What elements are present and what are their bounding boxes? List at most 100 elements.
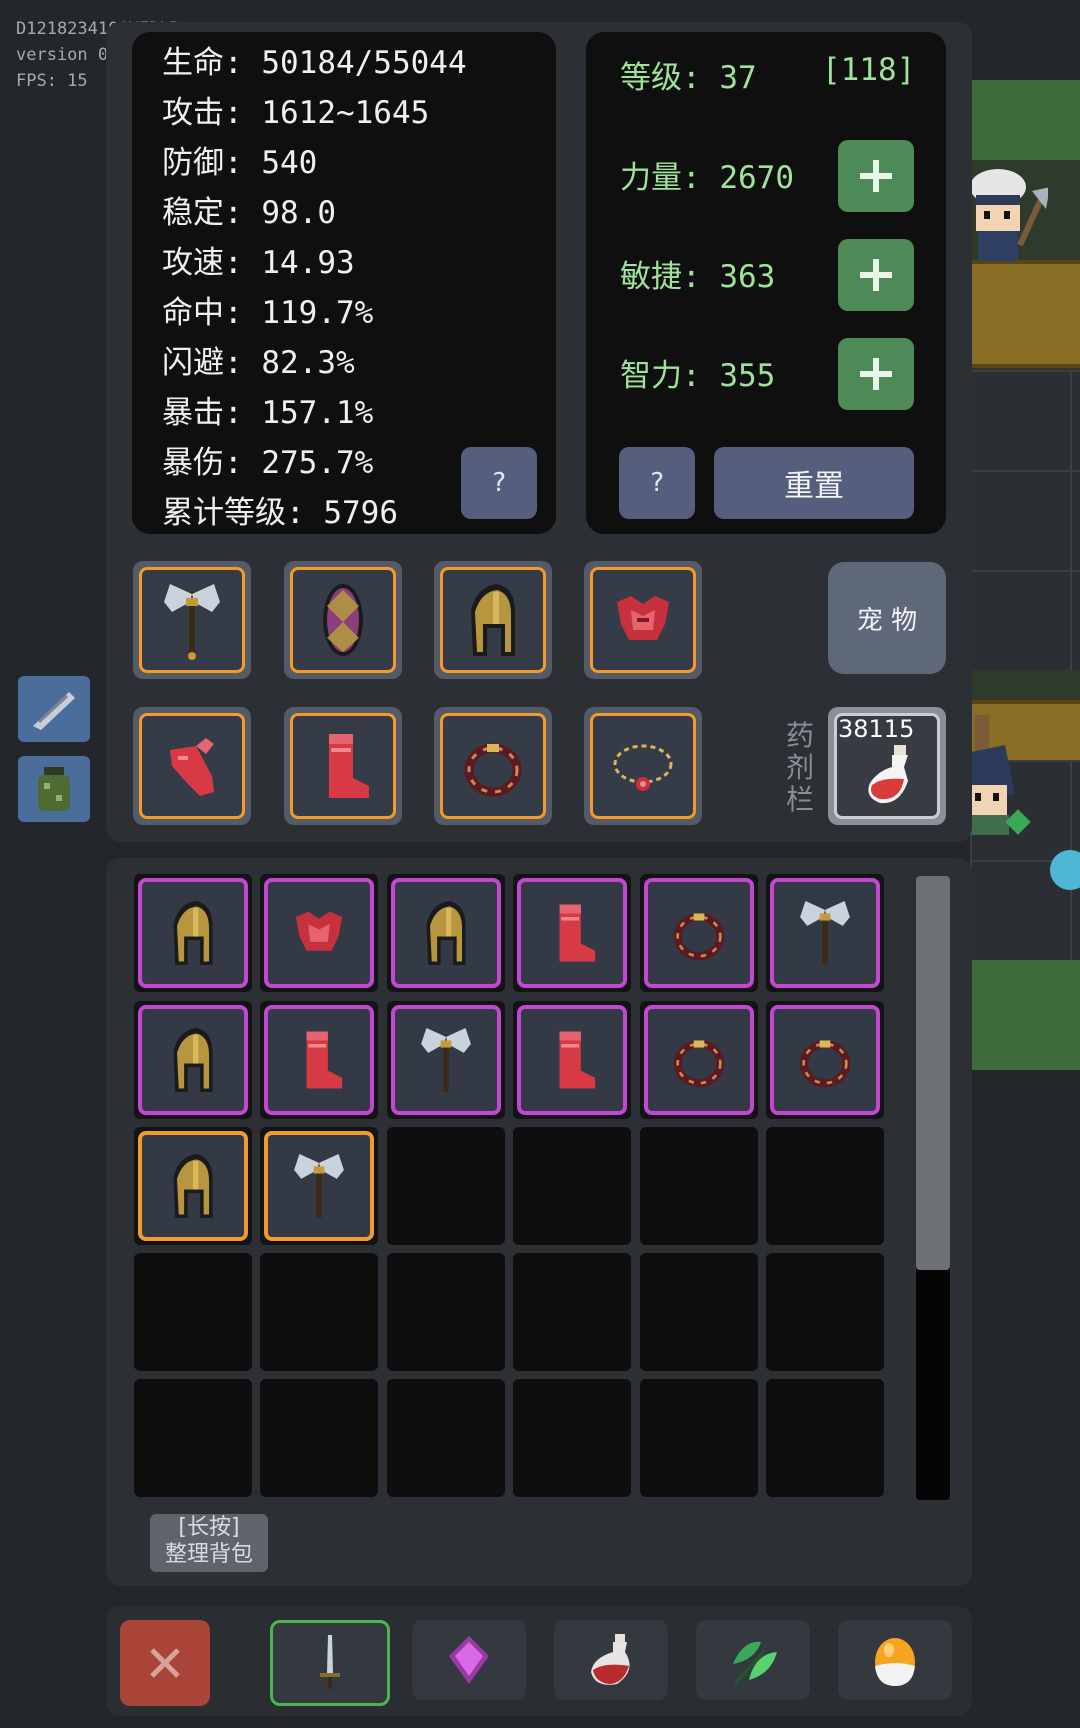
stat-value: 82.3% bbox=[261, 345, 355, 381]
equip-slot-body[interactable] bbox=[584, 561, 702, 679]
equip-slot-ring[interactable] bbox=[434, 707, 552, 825]
stats-help-button[interactable]: ? bbox=[461, 447, 537, 519]
tab-equipment[interactable] bbox=[270, 1620, 390, 1706]
backpack-slot[interactable] bbox=[513, 1379, 631, 1497]
pet-button[interactable]: 宠 物 bbox=[828, 562, 946, 674]
backpack-slot[interactable] bbox=[134, 1001, 252, 1119]
stat-label: 暴击 bbox=[162, 395, 224, 431]
equip-slot-head[interactable] bbox=[434, 561, 552, 679]
backpack-slot[interactable] bbox=[640, 1253, 758, 1371]
axe-icon bbox=[421, 1028, 471, 1092]
backpack-item bbox=[138, 1005, 248, 1115]
stat-row: 防御: 540 bbox=[162, 145, 318, 181]
backpack-item bbox=[517, 1005, 627, 1115]
backpack-slot[interactable] bbox=[640, 874, 758, 992]
equip-item bbox=[590, 567, 696, 673]
backpack-slot[interactable] bbox=[387, 874, 505, 992]
attributes-help-button[interactable]: ? bbox=[619, 447, 695, 519]
equip-item bbox=[290, 713, 396, 819]
equip-slot-offhand[interactable] bbox=[284, 561, 402, 679]
axe-icon bbox=[800, 901, 850, 965]
equip-item bbox=[290, 567, 396, 673]
stat-row: 命中: 119.7% bbox=[162, 295, 374, 331]
stat-label: 命中 bbox=[162, 295, 224, 331]
equip-slot-weapon[interactable] bbox=[133, 561, 251, 679]
equip-slot-feet[interactable] bbox=[284, 707, 402, 825]
backpack-slot[interactable] bbox=[766, 1127, 884, 1245]
backpack-item bbox=[770, 1005, 880, 1115]
backpack-slot[interactable] bbox=[513, 874, 631, 992]
side-tab-backpack[interactable] bbox=[18, 756, 90, 822]
backpack-slot[interactable] bbox=[387, 1127, 505, 1245]
equip-item bbox=[440, 567, 546, 673]
stat-row: 暴伤: 275.7% bbox=[162, 445, 374, 481]
agility-plus-button[interactable] bbox=[838, 239, 914, 311]
backpack-slot[interactable] bbox=[640, 1379, 758, 1497]
sort-backpack-button[interactable]: [长按] 整理背包 bbox=[150, 1514, 268, 1572]
backpack-slot[interactable] bbox=[260, 1001, 378, 1119]
backpack-slot[interactable] bbox=[766, 1001, 884, 1119]
backpack-slot[interactable] bbox=[134, 1253, 252, 1371]
stat-label: 防御 bbox=[162, 145, 224, 181]
backpack-slot[interactable] bbox=[134, 1127, 252, 1245]
agility-value: 363 bbox=[719, 259, 776, 295]
stat-row: 暴击: 157.1% bbox=[162, 395, 374, 431]
backpack-slot[interactable] bbox=[260, 1379, 378, 1497]
backpack-slot[interactable] bbox=[640, 1001, 758, 1119]
backpack-scrollbar-track[interactable] bbox=[916, 876, 950, 1500]
reset-attributes-button[interactable]: 重置 bbox=[714, 447, 914, 519]
potion-icon bbox=[591, 1634, 630, 1685]
attribute-row-agility: 敏捷: 363 bbox=[620, 259, 776, 295]
backpack-item bbox=[644, 878, 754, 988]
close-button[interactable] bbox=[120, 1620, 210, 1706]
intelligence-plus-button[interactable] bbox=[838, 338, 914, 410]
backpack-item bbox=[138, 878, 248, 988]
plus-icon bbox=[860, 259, 892, 291]
backpack-slot[interactable] bbox=[766, 1379, 884, 1497]
backpack-slot[interactable] bbox=[766, 1253, 884, 1371]
tab-herbs[interactable] bbox=[696, 1620, 810, 1700]
side-tab-equipment[interactable] bbox=[18, 676, 90, 742]
quill-icon bbox=[33, 692, 75, 730]
tab-gems[interactable] bbox=[412, 1620, 526, 1700]
backpack-slot[interactable] bbox=[134, 1379, 252, 1497]
backpack-slot[interactable] bbox=[513, 1127, 631, 1245]
herb-icon bbox=[733, 1641, 777, 1685]
stat-row: 闪避: 82.3% bbox=[162, 345, 355, 381]
backpack-slot[interactable] bbox=[513, 1001, 631, 1119]
backpack-slot[interactable] bbox=[640, 1127, 758, 1245]
backpack-item bbox=[391, 1005, 501, 1115]
stat-value: 119.7% bbox=[261, 295, 374, 331]
stat-row: 稳定: 98.0 bbox=[162, 195, 336, 231]
backpack-slot[interactable] bbox=[387, 1253, 505, 1371]
helmet-icon bbox=[173, 1154, 213, 1218]
backpack-slot[interactable] bbox=[260, 1253, 378, 1371]
armor-icon bbox=[617, 596, 669, 640]
backpack-slot[interactable] bbox=[387, 1379, 505, 1497]
equip-slot-hands[interactable] bbox=[133, 707, 251, 825]
ring-icon bbox=[673, 913, 725, 961]
boots-icon bbox=[559, 1031, 596, 1089]
stat-label: 稳定 bbox=[162, 195, 224, 231]
backpack-item bbox=[264, 1131, 374, 1241]
backpack-scrollbar-thumb[interactable] bbox=[916, 876, 950, 1270]
attribute-row-intelligence: 智力: 355 bbox=[620, 358, 776, 394]
potion-slot[interactable]: 38115 bbox=[828, 707, 946, 825]
backpack-slot[interactable] bbox=[260, 874, 378, 992]
stat-label: 暴伤 bbox=[162, 445, 224, 481]
tab-potions[interactable] bbox=[554, 1620, 668, 1700]
backpack-item bbox=[264, 1005, 374, 1115]
stat-value: 50184/55044 bbox=[261, 45, 467, 81]
backpack-slot[interactable] bbox=[513, 1253, 631, 1371]
boots-icon bbox=[329, 734, 369, 798]
backpack-item bbox=[391, 878, 501, 988]
tab-pets[interactable] bbox=[838, 1620, 952, 1700]
backpack-slot[interactable] bbox=[387, 1001, 505, 1119]
helmet-icon bbox=[426, 901, 466, 965]
equip-slot-neck[interactable] bbox=[584, 707, 702, 825]
backpack-slot[interactable] bbox=[134, 874, 252, 992]
backpack-slot[interactable] bbox=[766, 874, 884, 992]
strength-plus-button[interactable] bbox=[838, 140, 914, 212]
backpack-slot[interactable] bbox=[260, 1127, 378, 1245]
helmet-icon bbox=[173, 1028, 213, 1092]
